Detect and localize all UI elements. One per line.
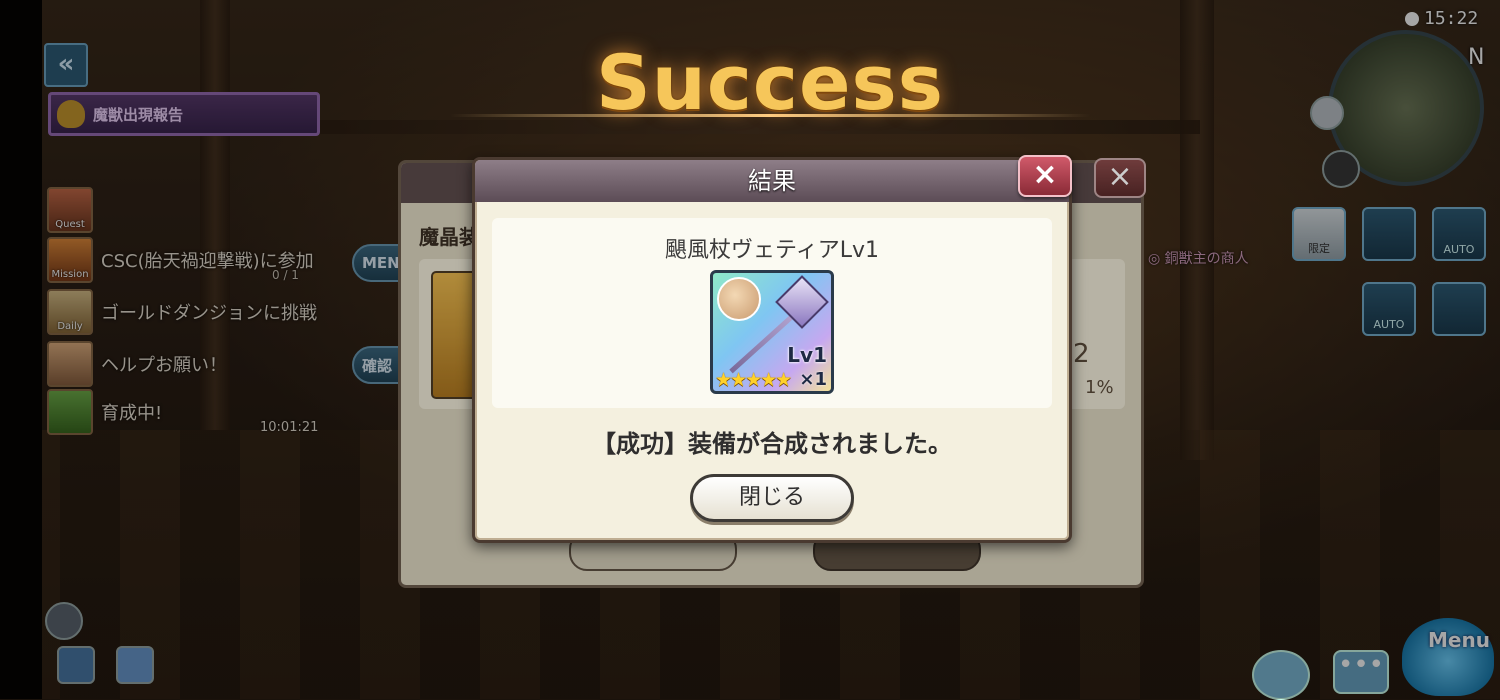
back-dialog-percent: 1% bbox=[1085, 377, 1114, 398]
back-dialog-number: 2 bbox=[1073, 339, 1090, 369]
star-rating-icon: ★★★★★ bbox=[715, 369, 792, 391]
result-message: 【成功】装備が合成されました。 bbox=[592, 430, 952, 458]
character-portrait-icon bbox=[717, 277, 761, 321]
close-button[interactable]: 閉じる bbox=[690, 474, 854, 522]
back-dialog-subtitle: 魔晶装 bbox=[419, 225, 479, 249]
result-dialog: 結果 颶風杖ヴェティアLv1 Lv1 ×1 ★★★★★ 【成功】装備が合成されま… bbox=[472, 157, 1072, 543]
result-dialog-title: 結果 bbox=[475, 160, 1069, 202]
item-card[interactable]: Lv1 ×1 ★★★★★ bbox=[710, 270, 834, 394]
close-x-icon[interactable]: × bbox=[1018, 155, 1072, 197]
item-count: ×1 bbox=[799, 369, 827, 390]
success-title: Success bbox=[596, 38, 944, 127]
item-level: Lv1 bbox=[787, 343, 827, 367]
item-name: 颶風杖ヴェティアLv1 bbox=[665, 238, 879, 263]
item-panel: 颶風杖ヴェティアLv1 Lv1 ×1 ★★★★★ bbox=[492, 218, 1052, 408]
back-dialog-close-icon: × bbox=[1094, 158, 1146, 198]
